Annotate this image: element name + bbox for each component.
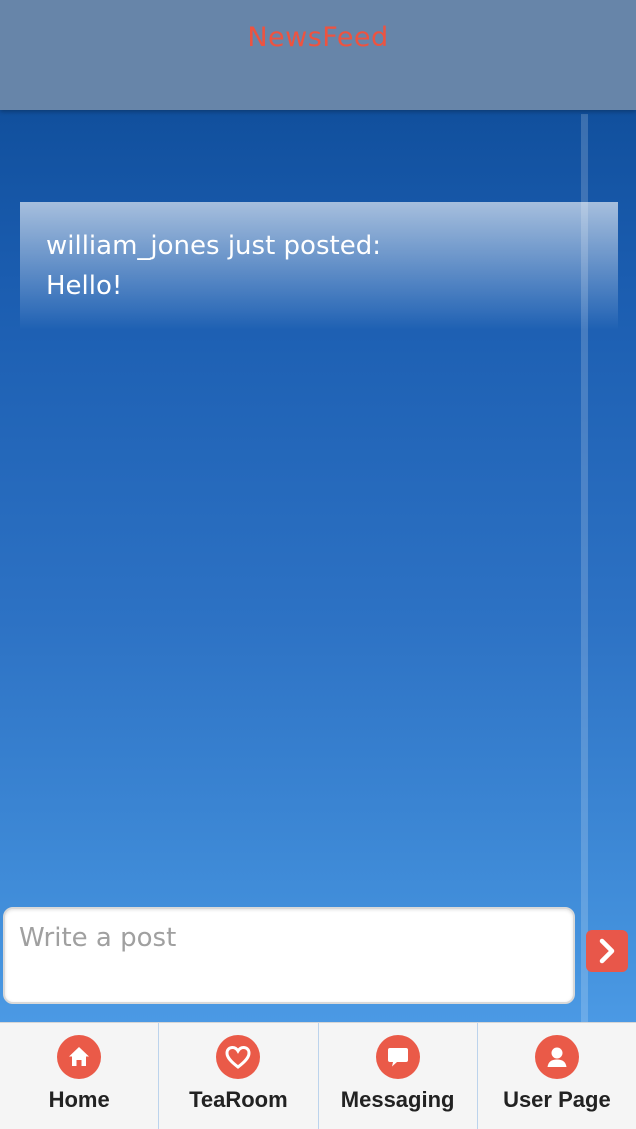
post-author-line: william_jones just posted: xyxy=(46,231,381,261)
app-root: NewsFeed william_jones just posted: Hell… xyxy=(0,0,636,1129)
tab-messaging[interactable]: Messaging xyxy=(319,1023,478,1129)
tab-home-label: Home xyxy=(48,1087,110,1112)
feed-post[interactable]: william_jones just posted: Hello! xyxy=(20,202,618,330)
tab-tearoom-label: TeaRoom xyxy=(189,1087,288,1112)
speech-bubble-icon xyxy=(375,1035,420,1079)
heart-icon xyxy=(216,1035,261,1079)
home-icon xyxy=(57,1035,102,1079)
post-content: Hello! xyxy=(46,271,123,301)
bottom-tab-bar: Home TeaRoom Messaging User Page xyxy=(0,1022,636,1129)
tab-messaging-label: Messaging xyxy=(340,1087,455,1112)
write-post-input[interactable] xyxy=(3,907,575,1004)
tab-user-page-label: User Page xyxy=(503,1087,611,1112)
header-bar: NewsFeed xyxy=(0,0,636,110)
tab-user-page[interactable]: User Page xyxy=(478,1023,636,1129)
chevron-right-icon xyxy=(599,938,615,964)
user-icon xyxy=(534,1035,579,1079)
tab-tearoom[interactable]: TeaRoom xyxy=(159,1023,319,1129)
page-title: NewsFeed xyxy=(247,22,389,53)
send-post-button[interactable] xyxy=(586,930,628,972)
tab-home[interactable]: Home xyxy=(0,1023,160,1129)
